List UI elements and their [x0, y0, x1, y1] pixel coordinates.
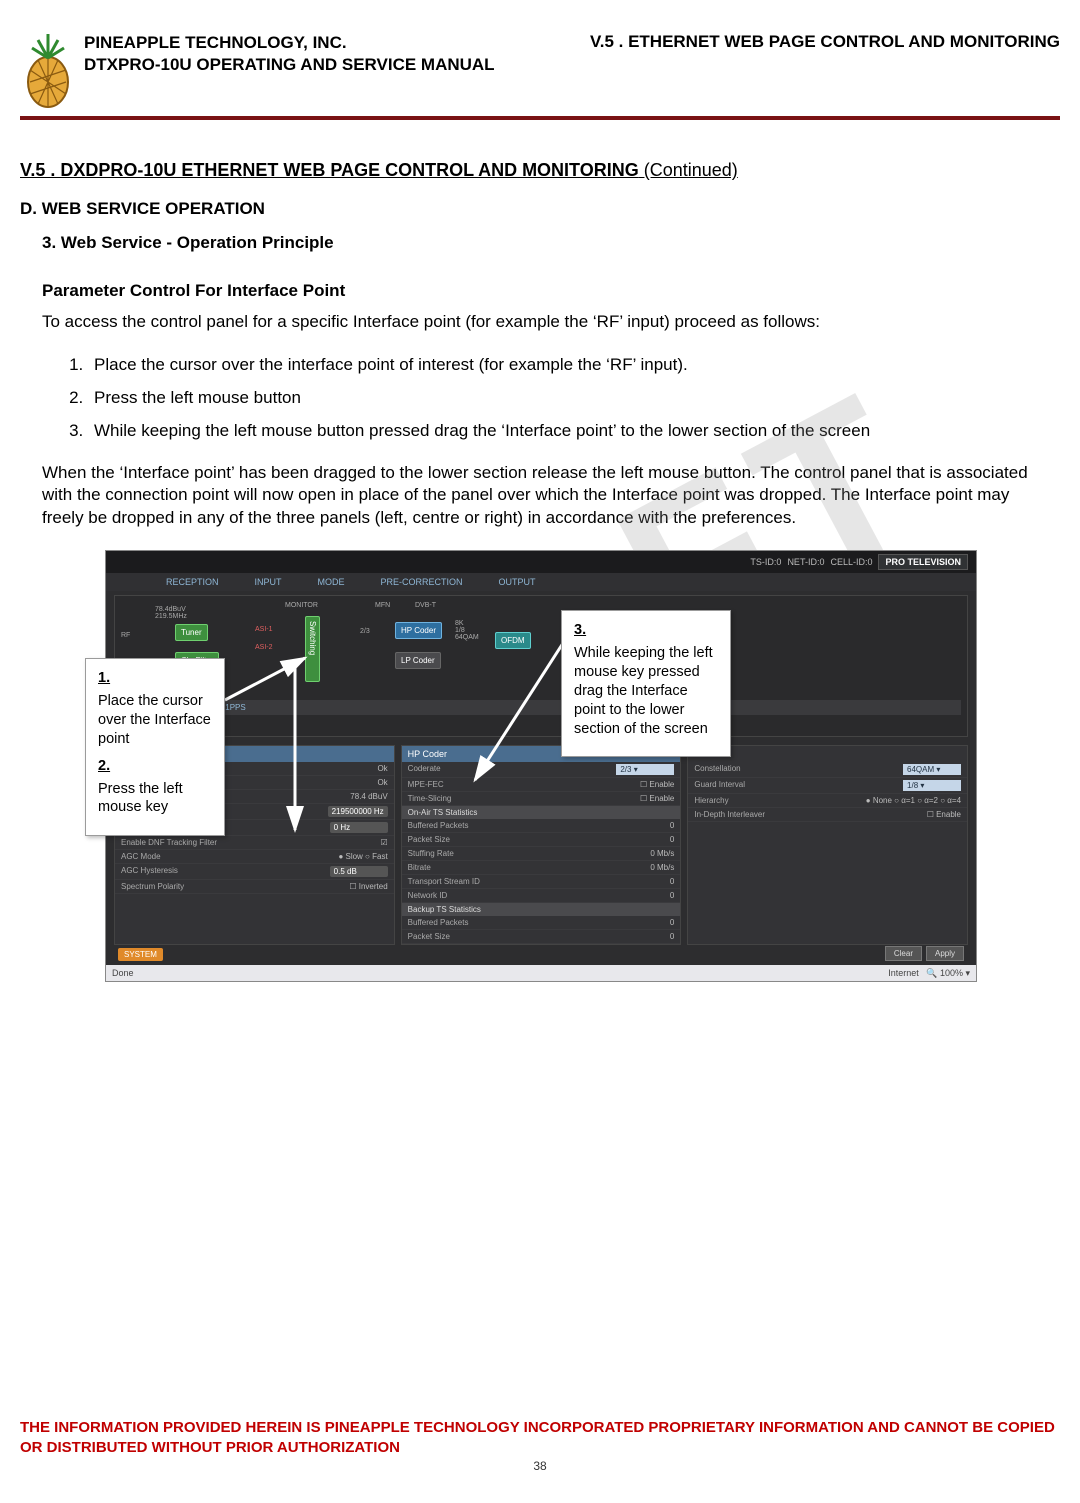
- step-3: While keeping the left mouse button pres…: [88, 417, 1060, 444]
- page-number: 38: [20, 1459, 1060, 1473]
- header-rule: [20, 116, 1060, 120]
- callout-3-num: 3.: [574, 621, 718, 640]
- footer-warning: THE INFORMATION PROVIDED HEREIN IS PINEA…: [20, 1418, 1060, 1457]
- table-row: Packet Size0: [402, 930, 681, 944]
- header: PINEAPPLE TECHNOLOGY, INC. DTXPRO-10U OP…: [20, 30, 1060, 110]
- status-done: Done: [112, 968, 134, 978]
- rf-label[interactable]: RF: [121, 632, 130, 639]
- manual-name: DTXPRO-10U OPERATING AND SERVICE MANUAL: [84, 54, 495, 76]
- continued-text: (Continued): [639, 160, 738, 180]
- head-labels: RECEPTION INPUT MODE PRE-CORRECTION OUTP…: [106, 573, 976, 591]
- steps-list: Place the cursor over the interface poin…: [66, 351, 1060, 445]
- table-row: In-Depth Interleaver☐ Enable: [688, 808, 967, 822]
- hpcoder-block[interactable]: HP Coder: [395, 622, 442, 639]
- callout-2-num: 2.: [98, 757, 212, 776]
- hl-input: INPUT: [255, 577, 282, 587]
- hl-precorrection: PRE-CORRECTION: [381, 577, 463, 587]
- footer: THE INFORMATION PROVIDED HEREIN IS PINEA…: [20, 1418, 1060, 1473]
- hl-output: OUTPUT: [499, 577, 536, 587]
- callout-1-num: 1.: [98, 669, 212, 688]
- table-row: Network ID0: [402, 889, 681, 903]
- table-row: Time-Slicing☐ Enable: [402, 792, 681, 806]
- table-row: Constellation64QAM ▾: [688, 762, 967, 778]
- header-right: V.5 . ETHERNET WEB PAGE CONTROL AND MONI…: [590, 32, 1060, 76]
- ss-topbar: TS-ID:0 NET-ID:0 CELL-ID:0 PRO TELEVISIO…: [106, 551, 976, 573]
- asi1-label[interactable]: ASI-1: [255, 626, 273, 633]
- callout-right: 3. While keeping the left mouse key pres…: [561, 610, 731, 757]
- subsection-3: 3. Web Service - Operation Principle: [42, 233, 1060, 253]
- header-left: PINEAPPLE TECHNOLOGY, INC. DTXPRO-10U OP…: [84, 32, 495, 76]
- brand-badge: PRO TELEVISION: [878, 554, 968, 570]
- table-row: Stuffing Rate0 Mb/s: [402, 944, 681, 945]
- statusbar: Done Internet 🔍 100% ▾: [106, 965, 976, 981]
- table-row: Stuffing Rate0 Mb/s: [402, 847, 681, 861]
- after-paragraph: When the ‘Interface point’ has been drag…: [42, 462, 1050, 531]
- tuner-block[interactable]: Tuner: [175, 624, 208, 641]
- ratio-label: 2/3: [360, 628, 370, 635]
- callout-3-text: While keeping the left mouse key pressed…: [574, 644, 718, 738]
- backup-subtitle: Backup TS Statistics: [402, 903, 681, 916]
- table-row: Hierarchy● None ○ α=1 ○ α=2 ○ α=4: [688, 794, 967, 808]
- onair-subtitle: On-Air TS Statistics: [402, 806, 681, 819]
- section-title-text: V.5 . DXDPRO-10U ETHERNET WEB PAGE CONTR…: [20, 160, 639, 180]
- subsection-d: D. WEB SERVICE OPERATION: [20, 199, 1060, 219]
- company-name: PINEAPPLE TECHNOLOGY, INC.: [84, 32, 495, 54]
- intro-paragraph: To access the control panel for a specif…: [42, 311, 1050, 334]
- table-row: Bitrate0 Mb/s: [402, 861, 681, 875]
- figure-wrap: TS-ID:0 NET-ID:0 CELL-ID:0 PRO TELEVISIO…: [105, 550, 975, 982]
- ts-id: TS-ID:0: [750, 557, 781, 567]
- table-row: Enable DNF Tracking Filter☑: [115, 836, 394, 850]
- dvbt-label: DVB-T: [415, 602, 436, 609]
- mfn-label: MFN: [375, 602, 390, 609]
- bottom-buttons: Clear Apply: [885, 946, 964, 961]
- panel-right[interactable]: . Constellation64QAM ▾ Guard Interval1/8…: [687, 745, 968, 945]
- table-row: Guard Interval1/8 ▾: [688, 778, 967, 794]
- table-row: Spectrum Polarity☐ Inverted: [115, 880, 394, 894]
- pineapple-logo-icon: [20, 30, 76, 110]
- step-2: Press the left mouse button: [88, 384, 1060, 411]
- paragraph-title: Parameter Control For Interface Point: [42, 281, 1060, 301]
- callout-1-text: Place the cursor over the Interface poin…: [98, 692, 212, 749]
- cell-id: CELL-ID:0: [830, 557, 872, 567]
- table-row: Packet Size0: [402, 833, 681, 847]
- clear-button[interactable]: Clear: [885, 946, 922, 961]
- monitor-label: MONITOR: [285, 602, 318, 609]
- callout-left: 1. Place the cursor over the Interface p…: [85, 658, 225, 836]
- table-row: Transport Stream ID0: [402, 875, 681, 889]
- hl-mode: MODE: [318, 577, 345, 587]
- section-title: V.5 . DXDPRO-10U ETHERNET WEB PAGE CONTR…: [20, 160, 1060, 181]
- status-zoom: 100%: [940, 968, 963, 978]
- status-net: Internet: [888, 968, 919, 978]
- hl-reception: RECEPTION: [166, 577, 219, 587]
- lpcoder-block[interactable]: LP Coder: [395, 652, 441, 669]
- page: DRAFT PINEAPPLE TECHNOLOGY, INC. DTXPRO-…: [0, 0, 1080, 1503]
- table-row: Buffered Packets0: [402, 916, 681, 930]
- signal-reading: 78.4dBuV 219.5MHz: [155, 606, 187, 620]
- table-row: Buffered Packets0: [402, 819, 681, 833]
- arrow-2-icon: [265, 650, 325, 850]
- callout-2-text: Press the left mouse key: [98, 780, 212, 818]
- table-row: AGC Hysteresis0.5 dB: [115, 864, 394, 880]
- step-1: Place the cursor over the interface poin…: [88, 351, 1060, 378]
- apply-button[interactable]: Apply: [926, 946, 964, 961]
- table-row: AGC Mode● Slow ○ Fast: [115, 850, 394, 864]
- net-id: NET-ID:0: [787, 557, 824, 567]
- system-button[interactable]: SYSTEM: [118, 948, 163, 961]
